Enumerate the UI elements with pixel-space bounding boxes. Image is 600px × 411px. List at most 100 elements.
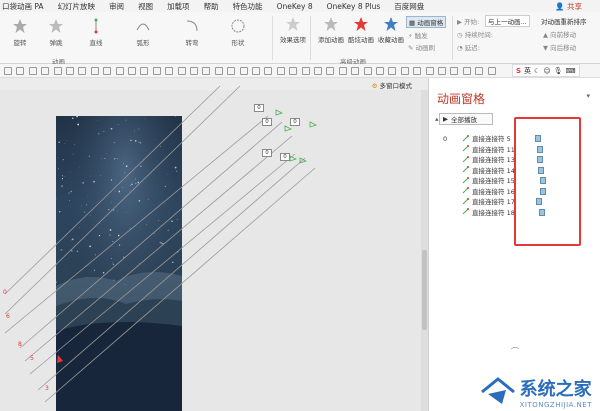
pane-title: 动画窗格 <box>437 92 486 106</box>
toolbar-format-icon[interactable] <box>66 67 74 75</box>
toolbar-format-icon[interactable] <box>301 67 310 75</box>
path-end-marker[interactable]: 0 <box>3 289 7 296</box>
toolbar-format-icon[interactable] <box>239 67 248 75</box>
moon-icon: ☾ <box>534 66 541 75</box>
toolbar-format-icon[interactable] <box>227 67 236 75</box>
toolbar-format-icon[interactable] <box>462 67 471 75</box>
trigger-button[interactable]: ⚡ 触发 <box>408 30 428 40</box>
play-icon: ▶ <box>443 115 448 123</box>
toolbar-format-icon[interactable] <box>276 67 285 75</box>
watermark-logo: 系统之家 XITONGZHIJIA.NET <box>480 375 592 409</box>
gallery-arc[interactable]: 弧形 <box>127 18 159 47</box>
toolbar-format-icon[interactable] <box>438 67 446 75</box>
effect-options-button[interactable]: 效果选项 <box>278 16 308 44</box>
gallery-shape[interactable]: 形状 <box>222 18 254 47</box>
ribbon-tab[interactable]: 幻灯片放映 <box>58 1 96 12</box>
path-end-marker[interactable]: 8 <box>18 341 22 348</box>
user-icon: 👤 <box>555 2 565 11</box>
slide-tag: 0 <box>262 149 272 157</box>
toolbar-format-icon[interactable] <box>214 67 223 75</box>
canvas-vertical-scrollbar[interactable] <box>421 90 428 411</box>
path-end-marker[interactable]: 6 <box>6 313 10 320</box>
ribbon-tab[interactable]: 帮助 <box>204 1 219 12</box>
toolbar-format-icon[interactable] <box>152 67 161 75</box>
ribbon-tab[interactable]: OneKey 8 <box>277 2 313 11</box>
toolbar-format-icon[interactable] <box>165 67 174 75</box>
ribbon-tab[interactable]: OneKey 8 Plus <box>327 2 381 11</box>
gallery-line[interactable]: 直线 <box>80 18 112 47</box>
toolbar-format-icon[interactable] <box>314 67 322 75</box>
toolbar-format-icon[interactable] <box>475 67 484 75</box>
pane-scroll-up-icon[interactable]: ▴ <box>435 115 439 123</box>
toolbar-format-icon[interactable] <box>140 67 149 75</box>
toolbar-format-icon[interactable] <box>338 67 347 75</box>
play-all-button[interactable]: ▶ 全部播放 <box>439 113 493 125</box>
pane-dropdown-icon[interactable]: ▾ <box>586 92 590 100</box>
input-method-bar[interactable]: S 英 ☾ ☺ 🎙 ⌨ <box>512 64 580 77</box>
circle-path-icon <box>231 19 245 33</box>
path-end-marker[interactable]: 3 <box>45 385 49 392</box>
ribbon-tab[interactable]: 审阅 <box>109 1 124 12</box>
toolbar-format-icon[interactable] <box>103 67 112 75</box>
toolbar-format-icon[interactable] <box>351 67 360 75</box>
toolbar-format-icon[interactable] <box>41 67 50 75</box>
ribbon-tab[interactable]: 特色功能 <box>233 1 263 12</box>
animation-painter-button[interactable]: ✎ 动画刷 <box>408 42 435 52</box>
motion-path-icon <box>462 166 469 173</box>
toolbar-format-icon[interactable] <box>264 67 273 75</box>
move-later-button[interactable]: ▼ 向后移动 <box>543 42 576 52</box>
toolbar-format-icon[interactable] <box>4 67 12 75</box>
toolbar-format-icon[interactable] <box>28 67 37 75</box>
add-animation-button[interactable]: 添加动画 <box>316 16 346 44</box>
sogou-logo-icon: S <box>516 66 522 75</box>
cool-animation-button[interactable]: 酷炫动画 <box>346 16 376 44</box>
line-path-icon <box>94 18 98 34</box>
slide-tag: 0 <box>280 153 290 161</box>
ribbon-tab[interactable]: 百度网盘 <box>394 1 424 12</box>
share-button[interactable]: 👤 共享 <box>555 1 582 12</box>
toolbar-format-icon[interactable] <box>425 67 434 75</box>
slide-tag: 0 <box>290 118 300 126</box>
motion-path-icon <box>462 176 469 184</box>
gallery-rotate[interactable]: 旋转 <box>4 18 36 47</box>
toolbar-format-icon[interactable] <box>128 67 136 75</box>
toolbar-format-icon[interactable] <box>413 67 422 75</box>
cool-animation-icon <box>354 17 368 31</box>
toolbar-format-icon[interactable] <box>177 67 186 75</box>
toolbar-format-icon[interactable] <box>78 67 87 75</box>
watermark-name: 系统之家 <box>519 379 592 400</box>
toolbar-format-icon[interactable] <box>115 67 124 75</box>
toolbar-format-icon[interactable] <box>190 67 198 75</box>
scroll-thumb[interactable] <box>422 250 427 330</box>
ribbon: 旋转 弹跳 直线 弧形 转弯 形状 动画 效果选项 添加动画 酷炫动画 收藏动画… <box>0 12 600 66</box>
watermark-url: XITONGZHIJIA.NET <box>519 401 592 409</box>
toolbar-format-icon[interactable] <box>450 67 459 75</box>
move-earlier-button[interactable]: ▲ 向前移动 <box>543 29 576 39</box>
toolbar-format-icon[interactable] <box>487 67 496 75</box>
path-end-marker[interactable]: 5 <box>30 355 34 362</box>
collect-animation-button[interactable]: 收藏动画 <box>376 16 406 44</box>
animation-index: 0 <box>443 135 448 143</box>
toolbar-format-icon[interactable] <box>202 67 211 75</box>
toolbar-format-icon[interactable] <box>363 67 372 75</box>
toolbar-format-icon[interactable] <box>53 67 62 75</box>
toolbar-format-icon[interactable] <box>252 67 260 75</box>
ribbon-tab[interactable]: 加载项 <box>167 1 190 12</box>
animation-pane-button[interactable]: ▦ 动画窗格 <box>406 16 447 28</box>
toolbar-format-icon[interactable] <box>376 67 384 75</box>
trigger-icon: ⚡ <box>408 32 413 40</box>
toolbar-format-icon[interactable] <box>400 67 409 75</box>
toolbar-format-icon[interactable] <box>16 67 25 75</box>
toolbar-format-icon[interactable] <box>326 67 335 75</box>
formatting-toolbar: S 英 ☾ ☺ 🎙 ⌨ <box>0 64 600 78</box>
toolbar-format-icon[interactable] <box>90 67 99 75</box>
reorder-title: 对动画重新排序 <box>541 18 587 26</box>
ribbon-tab[interactable]: 视图 <box>138 1 153 12</box>
toolbar-format-icon[interactable] <box>289 67 298 75</box>
motion-path-icon <box>462 134 469 142</box>
toolbar-format-icon[interactable] <box>388 67 397 75</box>
start-select[interactable]: 与上一动画... <box>485 15 530 27</box>
gallery-bounce[interactable]: 弹跳 <box>40 18 72 47</box>
gallery-turn[interactable]: 转弯 <box>176 18 208 47</box>
ribbon-tab[interactable]: 口袋动画 PA <box>2 1 44 12</box>
